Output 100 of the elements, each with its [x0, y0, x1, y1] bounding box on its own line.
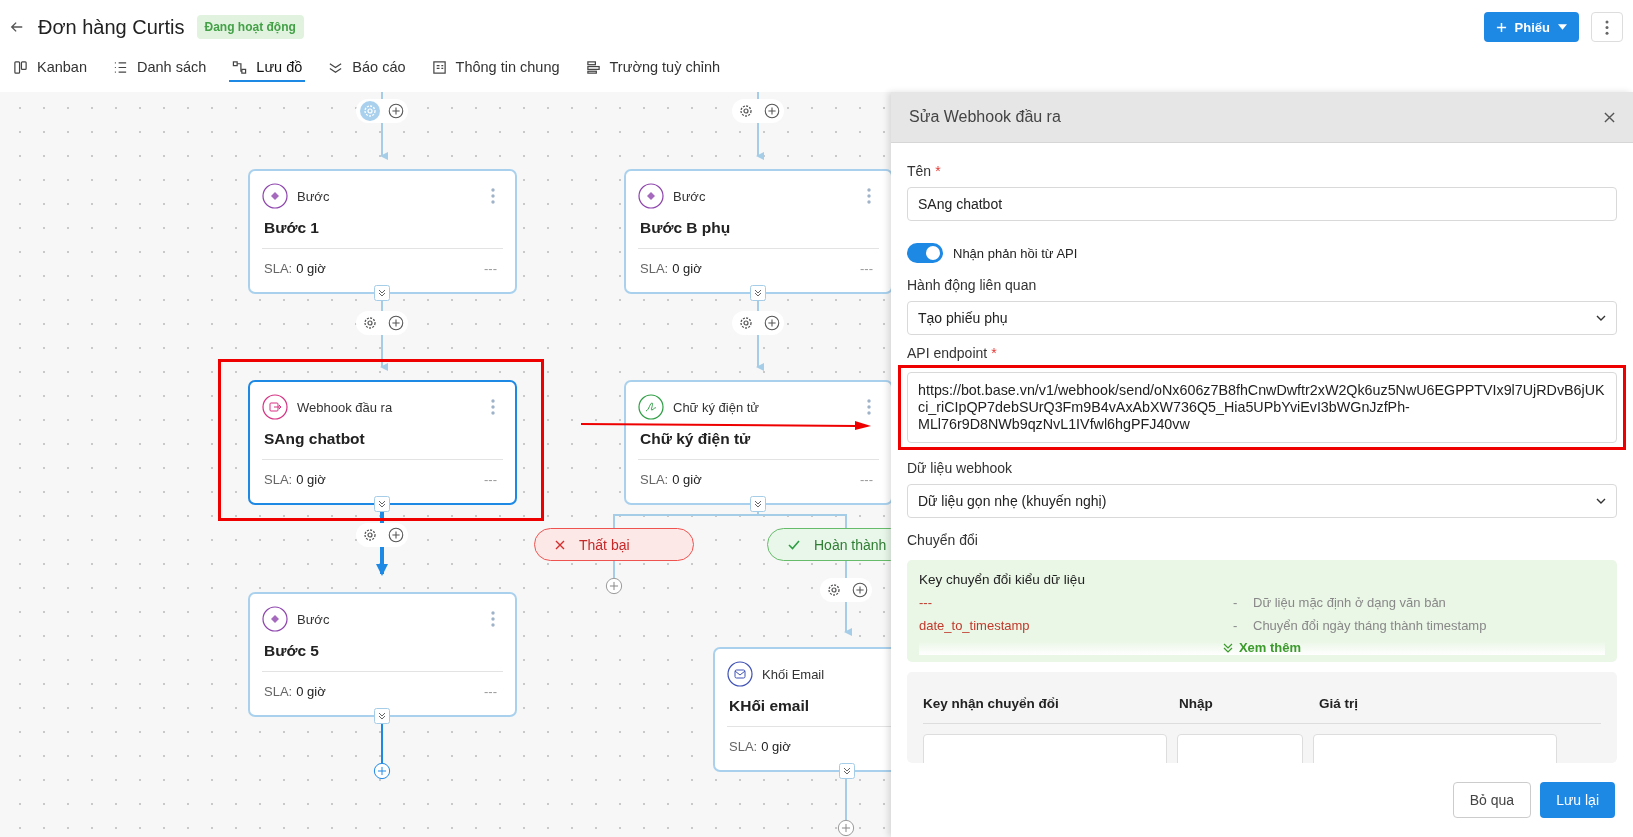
- back-icon[interactable]: [10, 20, 24, 34]
- sla-value: 0 giờ: [296, 684, 326, 699]
- new-ticket-button[interactable]: Phiếu: [1483, 12, 1579, 42]
- connector-line: [613, 560, 615, 579]
- step-icon: [262, 183, 288, 209]
- sla-dash: ---: [860, 472, 873, 487]
- sla-label: SLA:: [264, 684, 293, 699]
- sla-dash: ---: [860, 261, 873, 276]
- required-mark: *: [935, 163, 941, 179]
- add-icon[interactable]: [386, 526, 405, 544]
- signature-icon: [638, 394, 664, 420]
- flow-node-card[interactable]: Bước Bước 5 SLA: 0 giờ ---: [248, 592, 517, 717]
- sla-value: 0 giờ: [296, 472, 326, 487]
- check-icon: [788, 539, 800, 550]
- sla-dash: ---: [484, 261, 497, 276]
- view-tab[interactable]: Trường tuỳ chỉnh: [582, 54, 724, 82]
- outcome-branch[interactable]: Thất bại: [534, 528, 694, 561]
- view-tab[interactable]: Thông tin chung: [428, 54, 563, 82]
- name-field[interactable]: SAng chatbot: [907, 187, 1617, 221]
- expand-icon[interactable]: [374, 285, 390, 301]
- sla-label: SLA:: [264, 261, 293, 276]
- plus-icon: [1495, 21, 1507, 33]
- sla-value: 0 giờ: [672, 261, 702, 276]
- node-type-label: Webhook đầu ra: [297, 399, 393, 415]
- sla-dash: ---: [484, 472, 497, 487]
- field-label: Tên: [907, 163, 932, 179]
- separator-dash: -: [1233, 618, 1239, 633]
- sla-value: 0 giờ: [761, 739, 791, 754]
- separator-dash: -: [1233, 595, 1239, 610]
- flow-node-card[interactable]: Webhook đầu ra SAng chatbot SLA: 0 giờ ---: [248, 380, 517, 505]
- flow-node-card[interactable]: Chữ ký điện tử Chữ ký điện tử SLA: 0 giờ ---: [624, 380, 891, 505]
- sla-value: 0 giờ: [672, 472, 702, 487]
- add-icon[interactable]: [386, 102, 405, 120]
- column-header: Giá trị: [1319, 696, 1359, 711]
- column-header: Key nhận chuyển đổi: [923, 696, 1060, 711]
- input-field[interactable]: [1177, 734, 1303, 763]
- toggle-label: Nhận phản hồi từ API: [953, 245, 1078, 261]
- double-chevron-icon: [1222, 642, 1233, 653]
- required-mark: *: [991, 345, 997, 361]
- export-icon: [262, 394, 288, 420]
- add-icon[interactable]: [762, 314, 781, 332]
- close-icon[interactable]: [1604, 111, 1615, 123]
- field-label: Dữ liệu webhook: [907, 460, 1013, 476]
- add-icon[interactable]: [850, 581, 869, 599]
- expand-icon[interactable]: [750, 496, 766, 512]
- input-field[interactable]: [923, 734, 1167, 763]
- view-tab[interactable]: Danh sách: [110, 54, 210, 82]
- sla-label: SLA:: [640, 472, 669, 487]
- sla-label: SLA:: [729, 739, 758, 754]
- view-tab[interactable]: Báo cáo: [325, 54, 409, 82]
- expand-icon[interactable]: [839, 763, 855, 779]
- input-field[interactable]: [1313, 734, 1557, 763]
- envelope-icon: [727, 661, 753, 687]
- node-type-label: Chữ ký điện tử: [673, 399, 760, 415]
- add-icon[interactable]: [373, 762, 391, 780]
- flow-node-card[interactable]: Khối Email KHối email SLA: 0 giờ: [713, 647, 891, 772]
- close-icon: [555, 539, 565, 550]
- view-tab[interactable]: Kanban: [10, 54, 90, 82]
- expand-icon[interactable]: [374, 496, 390, 512]
- node-title: Bước 1: [264, 219, 320, 237]
- field-label: API endpoint: [907, 345, 988, 361]
- node-title: Bước B phụ: [640, 219, 732, 237]
- key-description: Chuyển đổi ngày tháng thành timestamp: [1253, 618, 1488, 633]
- endpoint-field[interactable]: https://bot.base.vn/v1/webhook/send/oNx606z7B8fhCnwDwftr2xW2Qk6uz5NwU6EGPPTVIx9l7UjRDvB6jUKci_riCIpQP7debSUrQ3Fm9B4vAxAbXW736Q5_Hia5UPbYviEvI3bWGnJzfPh-MLl76r9D8NWb9qzNvL1IVfwl6hgPFJ40vw: [907, 372, 1617, 443]
- outcome-branch[interactable]: Hoàn thành: [767, 528, 891, 561]
- node-type-label: Bước: [297, 611, 330, 627]
- expand-icon[interactable]: [374, 708, 390, 724]
- flow-node-card[interactable]: Bước Bước B phụ SLA: 0 giờ ---: [624, 169, 891, 294]
- node-title: Bước 5: [264, 642, 320, 660]
- add-icon[interactable]: [762, 102, 781, 120]
- key-name: ---: [919, 595, 933, 610]
- node-title: Chữ ký điện tử: [640, 430, 752, 448]
- section-label: Chuyển đổi: [907, 532, 978, 548]
- chevron-down-icon: [1596, 315, 1606, 321]
- sla-label: SLA:: [264, 472, 293, 487]
- sla-value: 0 giờ: [296, 261, 326, 276]
- step-icon: [638, 183, 664, 209]
- expand-icon[interactable]: [750, 285, 766, 301]
- node-type-label: Bước: [673, 188, 706, 204]
- node-type-label: Bước: [297, 188, 330, 204]
- toggle-switch[interactable]: [907, 243, 943, 263]
- step-icon: [262, 606, 288, 632]
- sla-dash: ---: [484, 684, 497, 699]
- key-name: date_to_timestamp: [919, 618, 1031, 633]
- panel-title: Sửa Webhook đầu ra: [909, 108, 1061, 126]
- column-header: Nhập: [1179, 696, 1214, 711]
- action-select[interactable]: Tạo phiếu phụ: [907, 301, 1617, 335]
- add-icon[interactable]: [386, 314, 405, 332]
- node-type-label: Khối Email: [762, 666, 825, 682]
- flowchart-icon: [232, 59, 248, 75]
- more-icon: [1605, 19, 1609, 35]
- data-select[interactable]: Dữ liệu gọn nhẹ (khuyến nghị): [907, 484, 1617, 518]
- flow-node-card[interactable]: Bước Bước 1 SLA: 0 giờ ---: [248, 169, 517, 294]
- node-title: SAng chatbot: [264, 430, 366, 448]
- node-title: KHối email: [729, 697, 811, 715]
- list-icon: [113, 59, 128, 75]
- save-button[interactable]: Lưu lại: [1540, 782, 1615, 818]
- cancel-button[interactable]: Bỏ qua: [1452, 782, 1532, 818]
- view-tab[interactable]: Lưu đồ: [229, 54, 306, 82]
- caret-icon: [1558, 24, 1567, 30]
